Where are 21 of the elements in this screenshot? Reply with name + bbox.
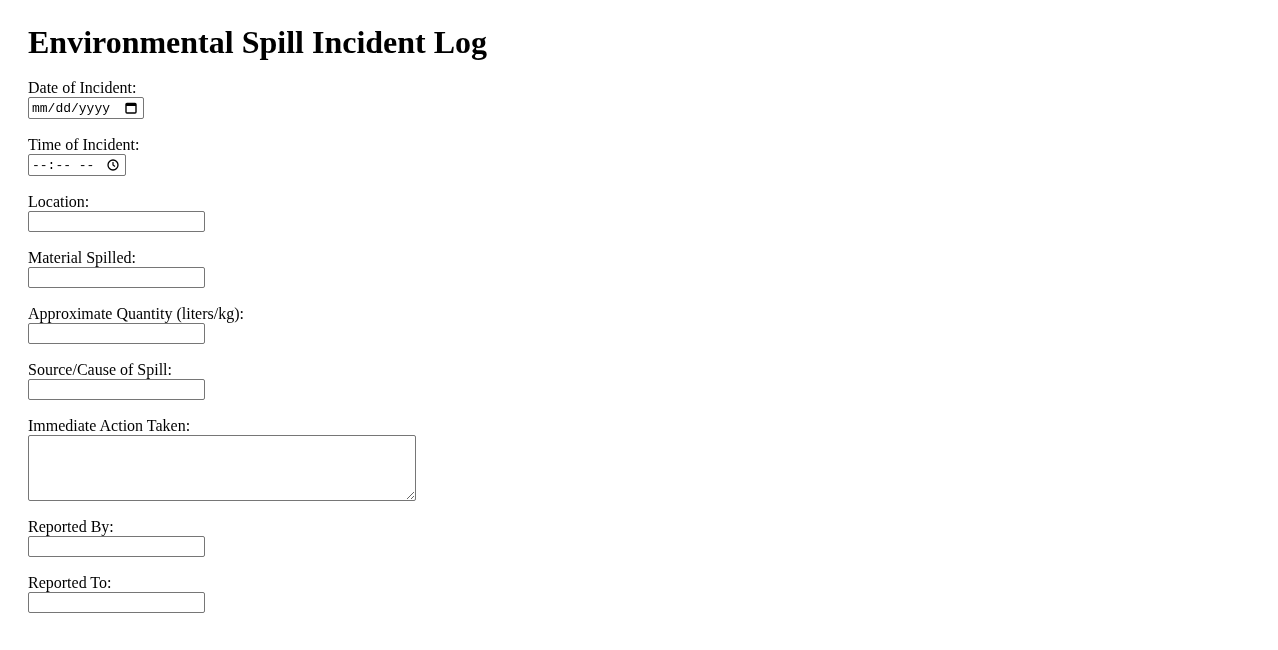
text-field[interactable] — [28, 536, 205, 557]
text-field[interactable] — [28, 267, 205, 288]
text-field[interactable] — [28, 592, 205, 613]
text-field[interactable] — [28, 211, 205, 232]
field-label: Location: — [28, 193, 90, 210]
calendar-icon — [125, 102, 137, 114]
field-label: Time of Incident: — [28, 136, 140, 153]
time-field[interactable]: --:-- -- — [28, 154, 126, 176]
date-field[interactable]: mm/dd/yyyy — [28, 97, 144, 119]
field-label: Source/Cause of Spill: — [28, 361, 172, 378]
text-field[interactable] — [28, 379, 205, 400]
text-field[interactable] — [28, 323, 205, 344]
field-label: Date of Incident: — [28, 79, 137, 96]
field-label: Material Spilled: — [28, 249, 136, 266]
text-area[interactable] — [28, 435, 416, 501]
page-title: Environmental Spill Incident Log — [28, 24, 489, 61]
clock-icon — [107, 159, 119, 171]
field-label: Immediate Action Taken: — [28, 417, 191, 434]
field-label: Approximate Quantity (liters/kg): — [28, 305, 244, 322]
field-label: Reported To: — [28, 574, 112, 591]
field-label: Reported By: — [28, 518, 114, 535]
